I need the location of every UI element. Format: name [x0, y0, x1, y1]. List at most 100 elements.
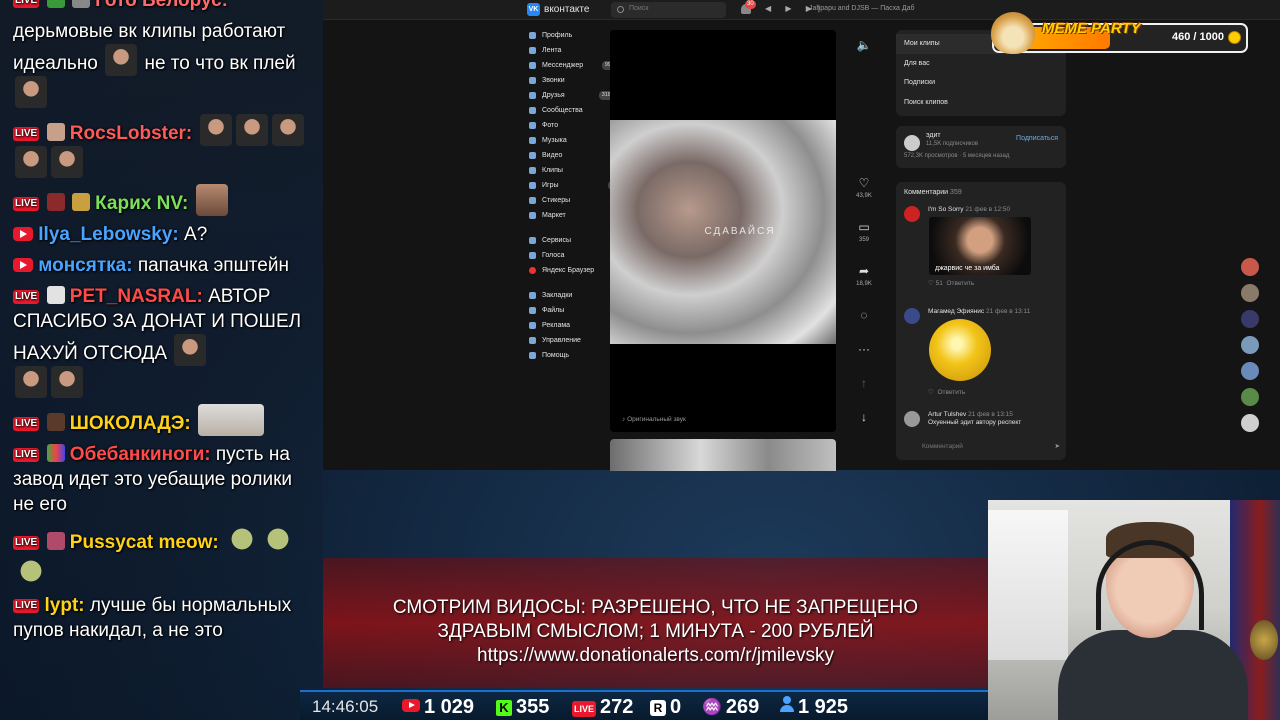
menu-item-subscriptions[interactable]: Подписки — [896, 73, 1066, 93]
sidebar-item[interactable]: Музыка — [527, 133, 617, 148]
sticker-image — [929, 319, 991, 381]
comment-text: Охуенный эдит автору респект — [928, 419, 1022, 426]
commenter-avatar[interactable] — [904, 411, 920, 427]
next-clip-preview[interactable] — [610, 439, 836, 471]
banner-text: СМОТРИМ ВИДОСЫ: РАЗРЕШЕНО, ЧТО НЕ ЗАПРЕЩ… — [323, 596, 988, 668]
comment-author: Магамед Эфиянис 21 фев в 13:11 — [928, 308, 1030, 315]
menu-item-for-you[interactable]: Для вас — [896, 54, 1066, 74]
sidebar-item[interactable]: Голоса — [527, 248, 617, 263]
send-icon[interactable]: ➤ — [1055, 440, 1060, 454]
chat-avatar[interactable] — [1241, 258, 1259, 276]
donation-banner: СМОТРИМ ВИДОСЫ: РАЗРЕШЕНО, ЧТО НЕ ЗАПРЕЩ… — [323, 558, 988, 688]
comment-author-name[interactable]: I'm So Sorry — [928, 206, 964, 213]
sidebar-label: Фото — [542, 122, 559, 129]
dislike-icon: ◌ — [860, 308, 868, 322]
clip-player[interactable]: СДАВАЙСЯ ♪ Оригинальный звук — [610, 30, 836, 432]
sidebar-item[interactable]: Управление — [527, 333, 617, 348]
sidebar-item[interactable]: Сервисы — [527, 233, 617, 248]
sidebar-label: Закладки — [542, 292, 573, 299]
coin-icon — [1228, 31, 1241, 44]
reply-button[interactable]: Ответить — [937, 389, 965, 396]
now-playing[interactable]: Jahpapu and DJSB — Пасха Даб — [809, 5, 915, 12]
sidebar-item[interactable]: Профиль — [527, 28, 617, 43]
comment-author-name[interactable]: Магамед Эфиянис — [928, 308, 984, 315]
sidebar-item[interactable]: Сообщества — [527, 103, 617, 118]
user-badge-icon — [71, 0, 90, 8]
sidebar-item[interactable]: Лента — [527, 43, 617, 58]
sidebar-item[interactable]: Игры2 — [527, 178, 617, 193]
chat-bubbles — [1241, 258, 1265, 440]
commenter-avatar[interactable] — [904, 308, 920, 324]
sidebar-label: Профиль — [542, 32, 573, 39]
search-input[interactable]: Поиск — [611, 2, 726, 18]
live-badge-icon: LIVE — [13, 599, 40, 613]
author-avatar[interactable] — [904, 135, 920, 151]
sidebar-item[interactable]: Стикеры — [527, 193, 617, 208]
emote-icon — [15, 366, 47, 398]
emote-icon — [15, 146, 47, 178]
sidebar-item[interactable]: Яндекс Браузер — [527, 263, 617, 278]
search-placeholder: Поиск — [629, 5, 649, 12]
comment-input[interactable]: Комментарий ➤ — [904, 440, 1060, 454]
chat-nick: Карих NV: — [95, 193, 189, 214]
comment-image[interactable]: джарвис че за имба — [929, 217, 1031, 275]
author-name[interactable]: эдит — [926, 132, 941, 139]
reply-button[interactable]: Ответить — [947, 280, 975, 287]
share-button[interactable]: ➦ 18,9K — [854, 264, 874, 287]
vk-brand[interactable]: вконтакте — [544, 4, 589, 15]
sidebar-item[interactable]: Видео — [527, 148, 617, 163]
sidebar-label: Файлы — [542, 307, 565, 314]
menu-item-search-clips[interactable]: Поиск клипов — [896, 93, 1066, 113]
comment-button[interactable]: ▭ 359 — [854, 220, 874, 243]
sidebar-item[interactable]: Помощь — [527, 348, 617, 363]
twitch-count: 269 — [725, 696, 760, 718]
sidebar-label: Лента — [542, 47, 562, 54]
viewer-stats-bar: 14:46:05 1 029 K 355 LIVE 272 R0 ♒ 269 1 92… — [300, 690, 988, 720]
chat-avatar[interactable] — [1241, 310, 1259, 328]
sidebar-label: Управление — [542, 337, 581, 344]
yandex-icon — [529, 267, 536, 274]
sidebar-item[interactable]: Маркет — [527, 208, 617, 223]
volume-icon[interactable]: 🔈 — [854, 38, 874, 52]
comment: Магамед Эфиянис 21 фев в 13:11 ♡ Ответит… — [904, 308, 1062, 398]
vk-logo-icon[interactable]: VK — [527, 3, 540, 16]
sidebar-item[interactable]: Фото — [527, 118, 617, 133]
services-icon — [529, 237, 536, 244]
sidebar-item[interactable]: Реклама — [527, 318, 617, 333]
sidebar-item[interactable]: Звонки — [527, 73, 617, 88]
original-sound-label[interactable]: ♪ Оригинальный звук — [622, 416, 686, 423]
sound-label: Оригинальный звук — [627, 416, 686, 423]
sidebar-item[interactable]: Мессенджер998 — [527, 58, 617, 73]
live-icon: LIVE — [572, 701, 597, 717]
dislike-button[interactable]: ◌ — [854, 308, 874, 322]
sidebar-item[interactable]: Друзья 3180 — [527, 88, 617, 103]
emote-icon — [199, 114, 232, 146]
total-viewers: 1 925 — [780, 696, 848, 718]
comment-author: I'm So Sorry 21 фев в 12:50 — [928, 206, 1010, 213]
youtube-count: 1 029 — [424, 696, 475, 718]
cat-emote-icon — [198, 404, 264, 436]
more-button[interactable]: ··· — [854, 342, 874, 356]
youtube-viewers: 1 029 — [402, 696, 474, 718]
chat-avatar[interactable] — [1241, 284, 1259, 302]
chat-avatar[interactable] — [1241, 336, 1259, 354]
chat-avatar[interactable] — [1241, 362, 1259, 380]
chat-nick: монсятка: — [38, 255, 133, 276]
chat-text: не то что вк плей — [144, 53, 296, 74]
chat-avatar[interactable] — [1241, 388, 1259, 406]
comment-author-name[interactable]: Artur Tulshev — [928, 411, 966, 418]
chat-avatar[interactable] — [1241, 414, 1259, 432]
sidebar-item[interactable]: Файлы — [527, 303, 617, 318]
vklive-count: 272 — [600, 696, 634, 718]
commenter-avatar[interactable] — [904, 206, 920, 222]
next-clip-button[interactable]: ↓ — [854, 410, 874, 424]
user-avatar — [46, 123, 65, 141]
chat-nick: RocsLobster: — [69, 123, 193, 144]
image-caption: джарвис че за имба — [935, 265, 1000, 272]
prev-clip-button[interactable]: ↑ — [854, 376, 874, 390]
sidebar-item[interactable]: Закладки — [527, 288, 617, 303]
sidebar-item[interactable]: Клипы — [527, 163, 617, 178]
twitch-viewers: ♒ 269 — [702, 696, 759, 718]
like-button[interactable]: ♡ 43,9K — [854, 176, 874, 199]
follow-button[interactable]: Подписаться — [1016, 135, 1058, 142]
